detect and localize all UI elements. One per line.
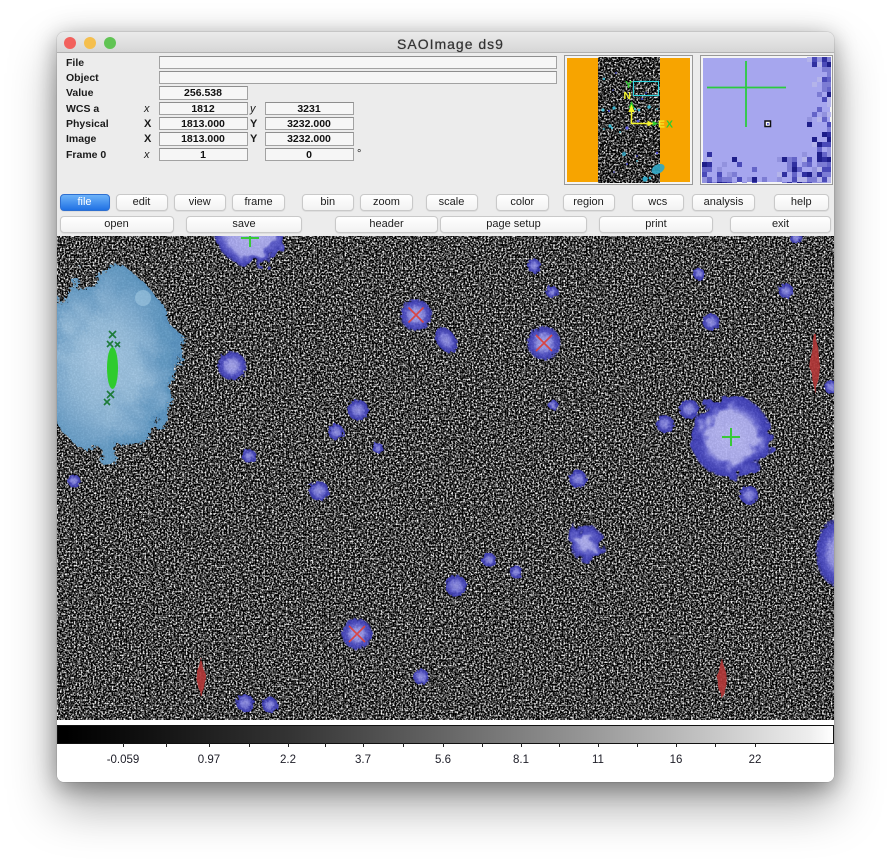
svg-text:N: N [624, 90, 632, 102]
svg-text:E: E [658, 119, 665, 131]
svg-text:X: X [666, 119, 673, 131]
